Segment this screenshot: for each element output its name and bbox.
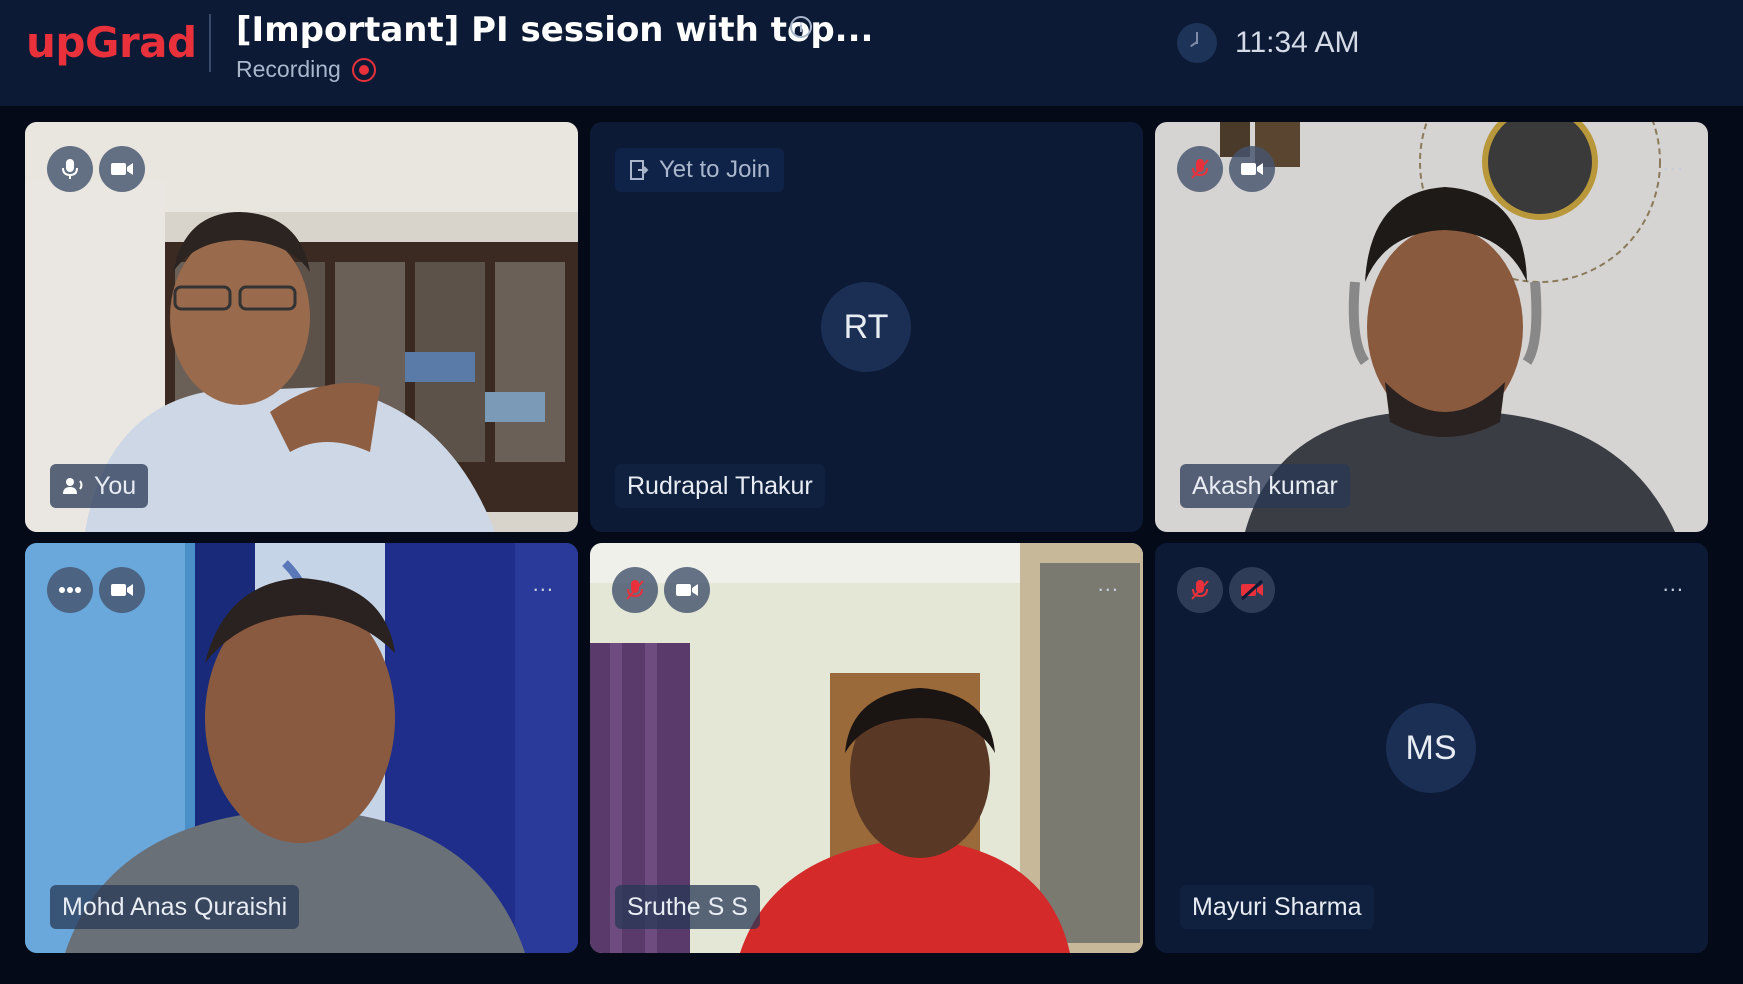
upgrad-logo: upGrad — [26, 18, 197, 67]
header-divider — [209, 14, 211, 72]
speaking-icon — [63, 478, 83, 494]
video-camera-icon — [111, 584, 133, 596]
recording-dot-icon — [352, 58, 376, 82]
microphone-muted-icon — [1191, 580, 1209, 600]
top-bar: upGrad [Important] PI session with top..… — [0, 0, 1743, 106]
microphone-icon — [62, 159, 78, 179]
participant-name-tag: Sruthe S S — [615, 885, 760, 929]
avatar: RT — [821, 282, 911, 372]
participant-name: Rudrapal Thakur — [627, 472, 813, 500]
participant-name: Sruthe S S — [627, 893, 748, 921]
camera-button[interactable] — [664, 567, 710, 613]
video-camera-icon — [676, 584, 698, 596]
camera-button[interactable] — [1229, 146, 1275, 192]
participant-name: Mayuri Sharma — [1192, 893, 1362, 921]
participant-name-tag: Rudrapal Thakur — [615, 464, 825, 508]
camera-button[interactable] — [99, 567, 145, 613]
microphone-muted-icon — [1191, 159, 1209, 179]
mic-muted-button[interactable] — [612, 567, 658, 613]
video-camera-icon — [1241, 163, 1263, 175]
clock-time: 11:34 AM — [1235, 26, 1360, 59]
video-camera-off-icon — [1240, 580, 1264, 600]
mic-button[interactable] — [47, 146, 93, 192]
microphone-muted-icon — [626, 580, 644, 600]
join-door-icon — [630, 160, 649, 180]
participant-tile-akash-kumar[interactable]: ... Akash kumar — [1155, 122, 1708, 532]
more-options-icon[interactable]: ... — [1663, 571, 1684, 597]
speaking-dots-icon — [59, 587, 81, 593]
clock-icon — [1177, 23, 1217, 63]
yet-to-join-badge: Yet to Join — [615, 148, 785, 192]
more-options-icon[interactable]: ... — [533, 571, 554, 597]
info-icon[interactable]: i — [790, 16, 812, 38]
participant-tile-mayuri-sharma[interactable]: ... MS Mayuri Sharma — [1155, 543, 1708, 953]
session-title: [Important] PI session with top... — [236, 10, 874, 50]
participant-name: Mohd Anas Quraishi — [62, 893, 288, 921]
more-options-icon[interactable]: ... — [1098, 571, 1119, 597]
participant-tile-mohd-anas-quraishi[interactable]: ... Mohd Anas Quraishi — [25, 543, 578, 953]
recording-label: Recording — [236, 56, 341, 82]
mic-muted-button[interactable] — [1177, 146, 1223, 192]
yet-to-join-label: Yet to Join — [659, 156, 771, 183]
more-options-icon[interactable]: ... — [1663, 150, 1684, 176]
speaking-indicator-button[interactable] — [47, 567, 93, 613]
participant-name-tag: Mayuri Sharma — [1180, 885, 1374, 929]
participant-name-tag: You — [50, 464, 149, 508]
video-camera-icon — [111, 163, 133, 175]
participant-name: Akash kumar — [1192, 472, 1338, 500]
participant-tile-sruthe-s-s[interactable]: ... Sruthe S S — [590, 543, 1143, 953]
participant-tile-you[interactable]: You — [25, 122, 578, 532]
camera-button[interactable] — [99, 146, 145, 192]
avatar: MS — [1386, 703, 1476, 793]
participant-name: You — [94, 472, 137, 500]
mic-muted-button[interactable] — [1177, 567, 1223, 613]
participant-name-tag: Mohd Anas Quraishi — [50, 885, 300, 929]
participant-tile-rudrapal-thakur[interactable]: Yet to Join RT Rudrapal Thakur — [590, 122, 1143, 532]
camera-off-button[interactable] — [1229, 567, 1275, 613]
participant-name-tag: Akash kumar — [1180, 464, 1350, 508]
